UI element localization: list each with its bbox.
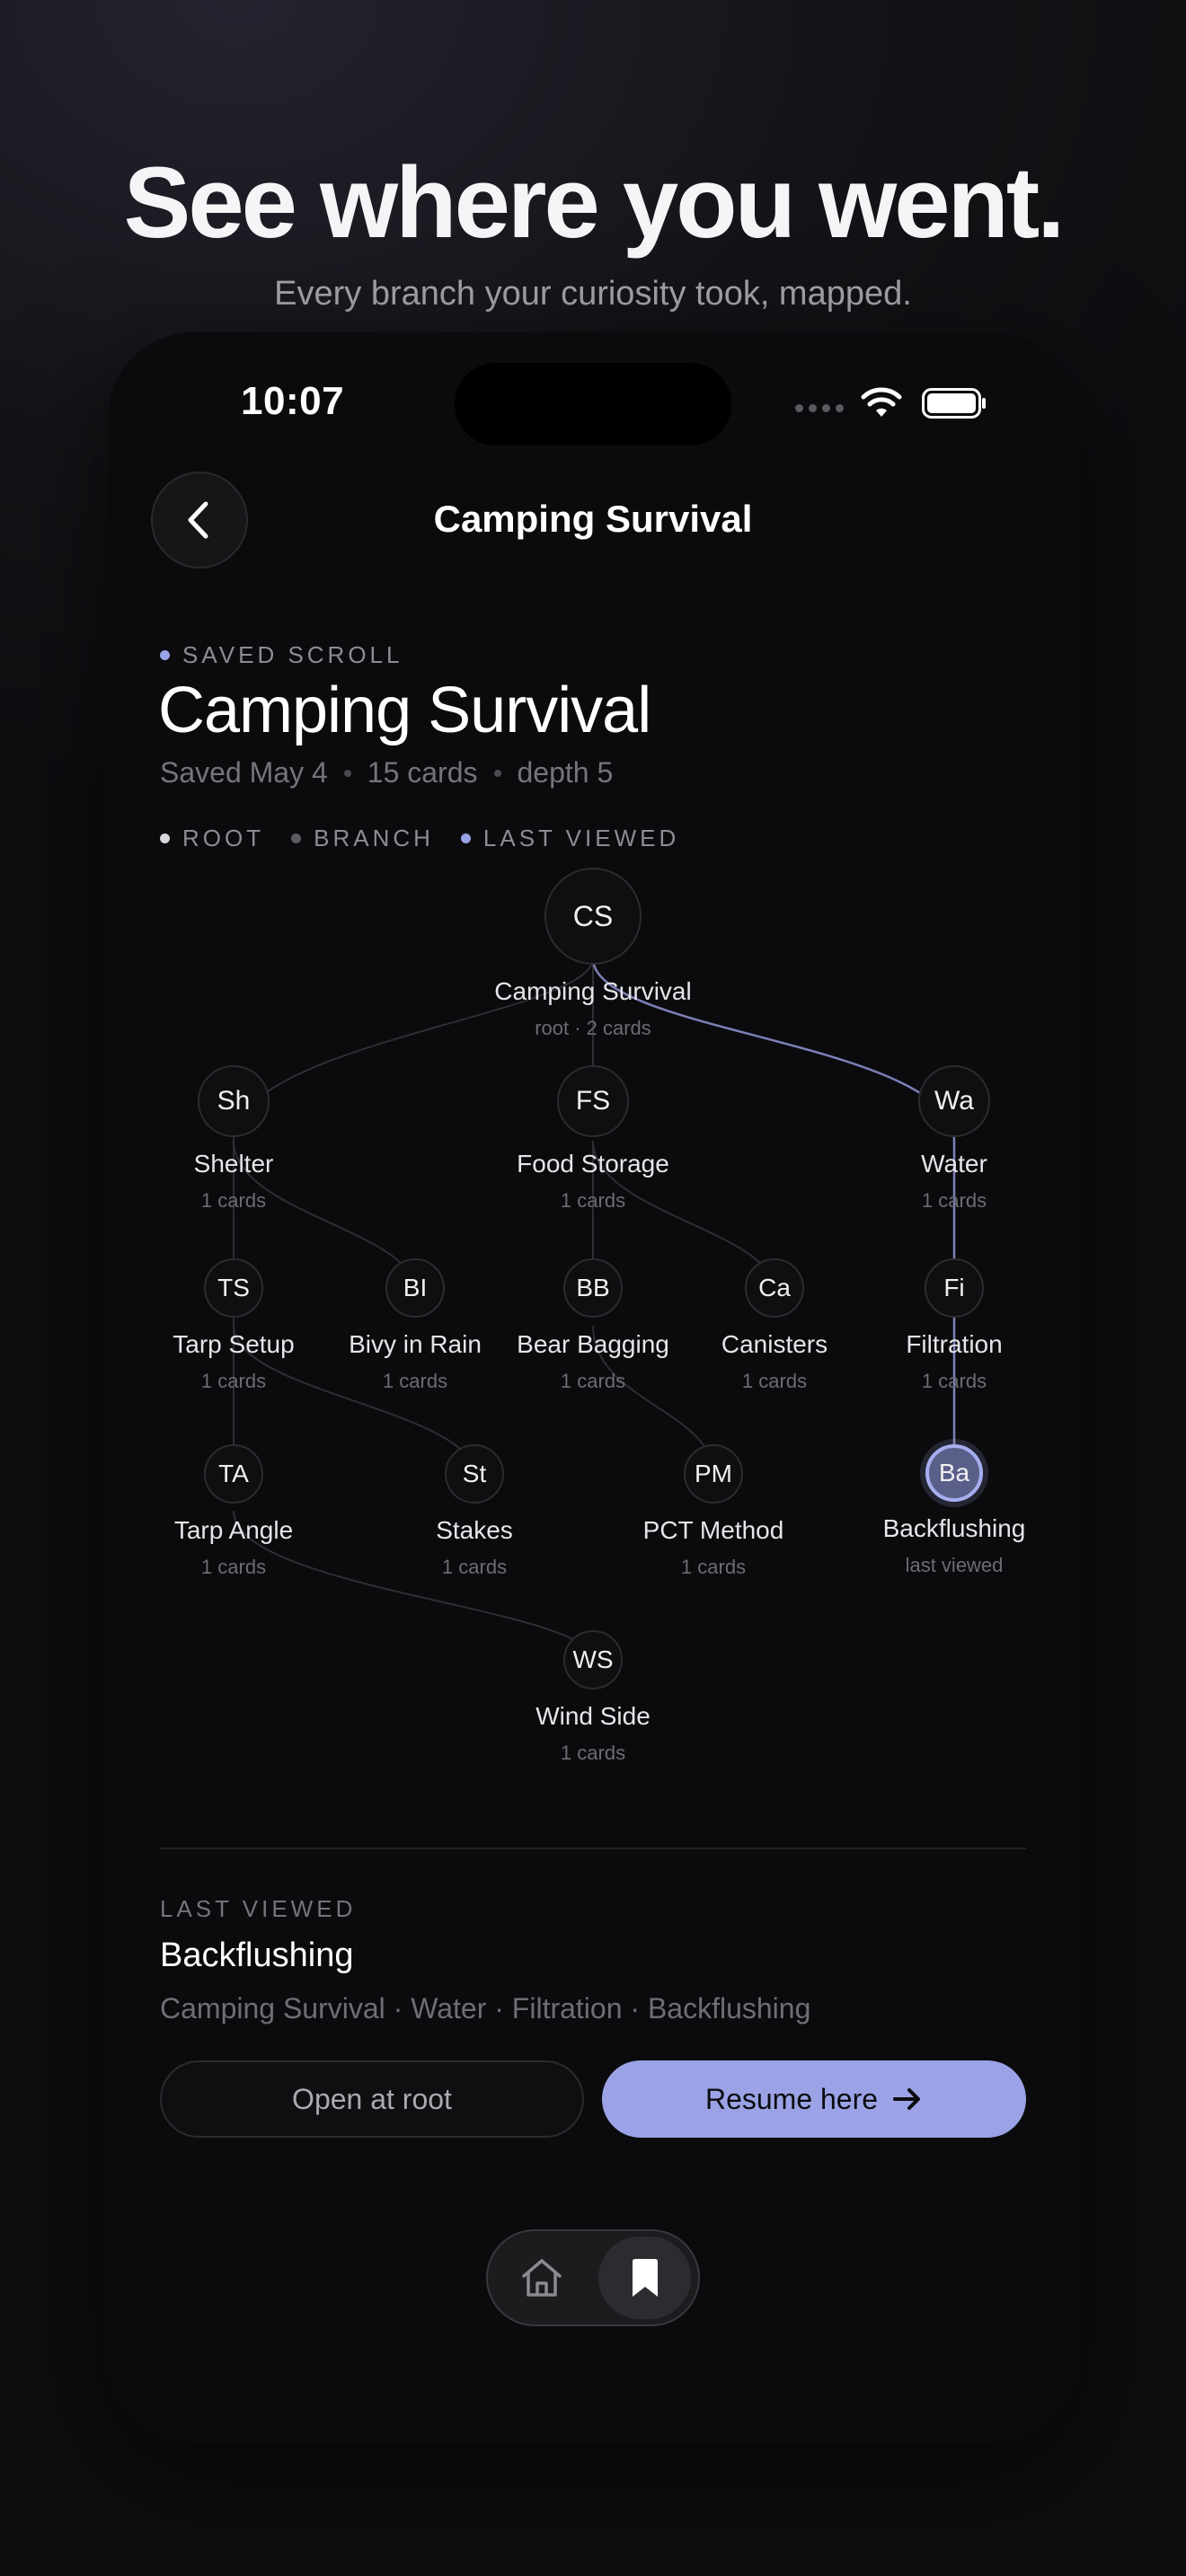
node-avatar: Wa bbox=[918, 1065, 990, 1137]
node-avatar-active: Ba bbox=[925, 1444, 983, 1502]
legend-branch-label: BRANCH bbox=[314, 825, 434, 851]
legend-last-viewed-dot bbox=[460, 834, 471, 843]
node-avatar: CS bbox=[544, 868, 642, 965]
saved-date: Saved May 4 bbox=[160, 756, 328, 789]
node-avatar: BB bbox=[563, 1258, 623, 1318]
node-avatar: Fi bbox=[925, 1258, 984, 1318]
node-label: Tarp Angle bbox=[173, 1516, 294, 1544]
tree-node-filtration[interactable]: Fi Filtration 1 cards bbox=[846, 1258, 1062, 1393]
node-sub: 1 cards bbox=[560, 1189, 626, 1212]
node-sub: last viewed bbox=[905, 1554, 1004, 1576]
node-label: Backflushing bbox=[882, 1514, 1026, 1542]
promo-subtitle: Every branch your curiosity took, mapped… bbox=[274, 275, 912, 313]
card-count: 15 cards bbox=[367, 756, 478, 789]
legend-last-viewed: LAST VIEWED bbox=[460, 825, 680, 852]
legend-last-viewed-label: LAST VIEWED bbox=[482, 825, 680, 851]
nav-title: Camping Survival bbox=[433, 498, 753, 540]
node-sub: 1 cards bbox=[921, 1370, 987, 1392]
legend-root-label: ROOT bbox=[182, 825, 265, 851]
node-sub: 1 cards bbox=[921, 1189, 987, 1212]
node-sub: 1 cards bbox=[680, 1556, 747, 1578]
node-label: Water bbox=[921, 1150, 987, 1178]
arrow-right-icon bbox=[893, 2088, 921, 2110]
resume-here-label: Resume here bbox=[704, 2082, 879, 2115]
promo-title: See where you went. bbox=[123, 146, 1066, 259]
open-at-root-label: Open at root bbox=[292, 2082, 452, 2115]
scroll-meta: Saved May 4 15 cards depth 5 bbox=[160, 756, 613, 790]
tree-node-wind-side[interactable]: WS Wind Side 1 cards bbox=[485, 1630, 701, 1765]
tab-saved[interactable] bbox=[598, 2236, 691, 2319]
tree-node-backflushing[interactable]: Ba Backflushing last viewed bbox=[846, 1444, 1062, 1577]
node-label: Camping Survival bbox=[494, 977, 692, 1005]
status-time: 10:07 bbox=[241, 379, 345, 423]
tree-node-food-storage[interactable]: FS Food Storage 1 cards bbox=[485, 1065, 701, 1213]
tab-home[interactable] bbox=[495, 2236, 588, 2319]
tree-node-shelter[interactable]: Sh Shelter 1 cards bbox=[126, 1065, 341, 1213]
bookmark-icon bbox=[632, 2259, 658, 2297]
tree-node-camping-survival[interactable]: CS Camping Survival root · 2 cards bbox=[485, 868, 701, 1040]
node-sub: 1 cards bbox=[560, 1742, 626, 1764]
saved-scroll-eyebrow: SAVED SCROLL bbox=[160, 641, 403, 669]
accent-dot bbox=[160, 650, 170, 660]
node-avatar: TA bbox=[204, 1444, 263, 1504]
tree-legend: ROOT BRANCH LAST VIEWED bbox=[160, 825, 679, 852]
depth-value: depth 5 bbox=[517, 756, 614, 789]
last-viewed-path: Camping Survival · Water · Filtration · … bbox=[160, 1992, 811, 2025]
node-avatar: Sh bbox=[198, 1065, 270, 1137]
node-avatar: TS bbox=[204, 1258, 263, 1318]
legend-root: ROOT bbox=[160, 825, 264, 852]
legend-branch-dot bbox=[291, 834, 302, 843]
node-label: PCT Method bbox=[642, 1516, 784, 1544]
node-sub: 1 cards bbox=[200, 1556, 267, 1578]
node-avatar: PM bbox=[684, 1444, 743, 1504]
node-label: Stakes bbox=[436, 1516, 513, 1544]
wifi-icon bbox=[861, 387, 902, 417]
dynamic-island bbox=[455, 363, 731, 446]
node-sub: root · 2 cards bbox=[535, 1017, 651, 1039]
node-sub: 1 cards bbox=[200, 1189, 267, 1212]
node-avatar: St bbox=[445, 1444, 504, 1504]
node-sub: 1 cards bbox=[441, 1556, 508, 1578]
tree-node-water[interactable]: Wa Water 1 cards bbox=[846, 1065, 1062, 1213]
open-at-root-button[interactable]: Open at root bbox=[160, 2060, 584, 2138]
battery-icon bbox=[922, 388, 986, 419]
meta-separator bbox=[493, 769, 501, 777]
legend-branch: BRANCH bbox=[291, 825, 434, 852]
node-avatar: FS bbox=[557, 1065, 629, 1137]
meta-separator bbox=[343, 769, 351, 777]
page-title: Camping Survival bbox=[158, 675, 651, 746]
section-divider bbox=[160, 1848, 1026, 1849]
node-label: Shelter bbox=[193, 1150, 274, 1178]
node-label: Food Storage bbox=[517, 1150, 669, 1178]
node-avatar: Ca bbox=[745, 1258, 804, 1318]
home-icon bbox=[521, 2259, 562, 2297]
last-viewed-eyebrow: LAST VIEWED bbox=[160, 1895, 357, 1922]
node-avatar: BI bbox=[385, 1258, 445, 1318]
node-avatar: WS bbox=[563, 1630, 623, 1689]
phone-frame: 10:07 Camping Survival SAVED SCROLL Camp… bbox=[108, 332, 1078, 2443]
tab-bar bbox=[486, 2229, 700, 2326]
node-label: Filtration bbox=[906, 1330, 1003, 1358]
resume-here-button[interactable]: Resume here bbox=[602, 2060, 1026, 2138]
eyebrow-label: SAVED SCROLL bbox=[182, 641, 403, 668]
legend-root-dot bbox=[160, 834, 170, 843]
signal-icon bbox=[795, 404, 844, 412]
last-viewed-title: Backflushing bbox=[160, 1936, 354, 1974]
node-label: Wind Side bbox=[535, 1702, 651, 1730]
tree-node-stakes[interactable]: St Stakes 1 cards bbox=[367, 1444, 582, 1579]
tree-node-tarp-angle[interactable]: TA Tarp Angle 1 cards bbox=[126, 1444, 341, 1579]
tree-node-pct-method[interactable]: PM PCT Method 1 cards bbox=[606, 1444, 821, 1579]
